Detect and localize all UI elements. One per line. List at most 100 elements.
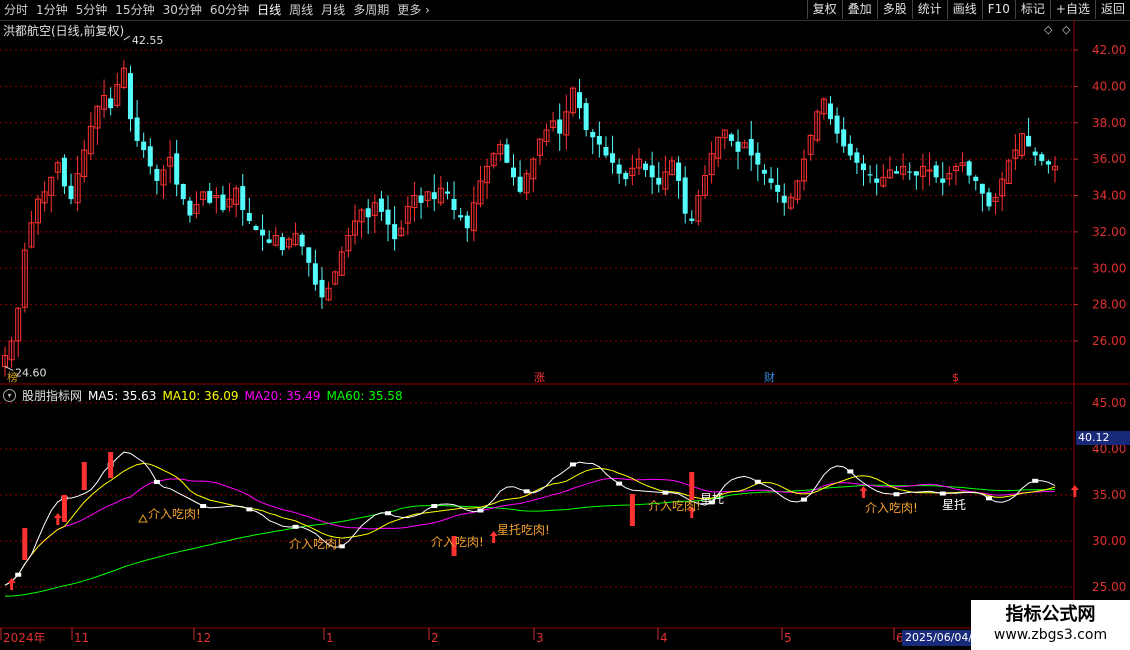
candle-body-down	[590, 131, 596, 138]
candle-body-down	[385, 209, 391, 225]
candle-body-down	[306, 247, 312, 263]
signal-label: 介入吃肉!	[648, 499, 701, 513]
signal-label: 介入吃肉!	[865, 501, 918, 515]
ma5-marker	[939, 491, 946, 496]
signal-bar	[61, 495, 67, 522]
candle-body-down	[775, 184, 781, 192]
time-tick-label: 2024年	[3, 631, 46, 645]
event-marker: $	[952, 371, 959, 384]
ma5-marker	[985, 496, 992, 501]
signal-label: 介入吃肉!	[289, 537, 342, 551]
candle-body-down	[134, 117, 140, 141]
candle-body-down	[147, 146, 153, 167]
ma5-marker	[431, 504, 438, 509]
candle-body-down	[583, 103, 589, 131]
candle-body-down	[894, 171, 900, 174]
candle-body-down	[510, 167, 516, 178]
candle-body-down	[841, 129, 847, 147]
ma5-marker	[616, 481, 623, 486]
signal-label: 介入吃肉!	[148, 507, 201, 521]
candle-body-down	[279, 237, 285, 251]
candle-body-down	[504, 144, 510, 163]
candle-body-down	[174, 153, 180, 185]
up-arrow-icon	[859, 486, 868, 498]
grid	[0, 20, 1130, 650]
indicator-tick-label: 45.00	[1092, 396, 1126, 410]
candle-body-down	[220, 194, 226, 211]
signal-bar	[108, 452, 114, 478]
candle-body-down	[260, 229, 266, 236]
ma5-marker	[847, 469, 854, 474]
diamond-icon-2[interactable]: ◇	[1062, 23, 1070, 36]
up-arrow-icon	[53, 513, 62, 525]
candle-body-down	[781, 195, 787, 203]
time-tick-label: 11	[74, 631, 89, 645]
candle-body-down	[1032, 151, 1038, 156]
candle-body-down	[913, 171, 919, 176]
candle-body-down	[127, 73, 133, 120]
candle-body-down	[246, 212, 252, 221]
ma5-marker	[754, 479, 761, 484]
candle-body-down	[623, 172, 629, 180]
candle-body-down	[319, 279, 325, 298]
candle-body-down	[689, 218, 695, 221]
candle-body-down	[444, 191, 450, 194]
ma5-marker	[153, 479, 160, 484]
candle-body-down	[312, 263, 318, 285]
price-tick-label: 34.00	[1092, 189, 1126, 203]
watermark-url: www.zbgs3.com	[993, 627, 1108, 643]
candle-body-down	[1026, 135, 1032, 147]
candle-body-up	[926, 169, 933, 172]
kline-chart[interactable]: 42.5524.60榜涨财 $介入吃肉!介入吃肉! 介入吃肉!星托吃肉!介入吃肉! 星…	[0, 0, 1130, 650]
candle-body-down	[187, 200, 193, 216]
ma5-marker	[523, 489, 530, 494]
candle-body-down	[68, 185, 74, 200]
time-tick-label: 12	[196, 631, 211, 645]
candle-body-down	[458, 215, 464, 218]
candle-body-down	[207, 190, 213, 203]
time-tick-label: 2	[431, 631, 439, 645]
time-tick-label: 3	[536, 631, 544, 645]
ma60-legend: MA60: 35.58	[326, 388, 403, 403]
candle-body-down	[266, 239, 272, 243]
candle-body-down	[610, 153, 616, 163]
indicator-name[interactable]: 股朋指标网	[22, 387, 82, 404]
site-watermark: 指标公式网 www.zbgs3.com	[971, 600, 1130, 650]
event-marker: 涨	[534, 371, 545, 384]
candle-body-down	[966, 161, 972, 176]
candle-body-down	[874, 178, 880, 183]
ma5-marker	[477, 508, 484, 513]
candle-body-down	[141, 141, 147, 151]
candle-body-down	[834, 115, 840, 134]
event-marker: 榜	[7, 370, 18, 384]
ma5-marker	[385, 511, 392, 516]
candle-body-down	[933, 165, 939, 178]
triangle-icon	[138, 513, 148, 523]
signal-bar	[689, 472, 695, 500]
candle-body-down	[768, 178, 774, 183]
signal-bar	[22, 528, 28, 560]
stock-title: 洪都航空(日线,前复权)	[3, 24, 125, 38]
ma5-marker	[200, 504, 207, 509]
ma10-legend: MA10: 36.09	[162, 388, 239, 403]
time-tick-label: 4	[660, 631, 668, 645]
ma20-legend: MA20: 35.49	[244, 388, 321, 403]
candle-body-down	[517, 176, 523, 192]
candle-body-down	[603, 147, 609, 156]
price-tick-label: 32.00	[1092, 225, 1126, 239]
ma5-marker	[893, 492, 900, 497]
candle-body-down	[728, 134, 734, 141]
candle-body-down	[378, 198, 384, 212]
diamond-icon[interactable]: ◇	[1044, 23, 1052, 36]
price-tick-label: 42.00	[1092, 43, 1126, 57]
price-tick-label: 26.00	[1092, 334, 1126, 348]
chevron-down-icon[interactable]: ▾	[3, 389, 16, 402]
indicator-legend: ▾ 股朋指标网 MA5: 35.63 MA10: 36.09 MA20: 35.…	[3, 387, 403, 404]
signal-label: 星托吃肉!	[497, 523, 550, 537]
candle-body-down	[1039, 154, 1045, 161]
candle-body-down	[253, 226, 259, 231]
price-tick-label: 38.00	[1092, 116, 1126, 130]
price-tick-label: 28.00	[1092, 298, 1126, 312]
candle-body-down	[907, 171, 913, 173]
time-tick-label: 5	[784, 631, 792, 645]
